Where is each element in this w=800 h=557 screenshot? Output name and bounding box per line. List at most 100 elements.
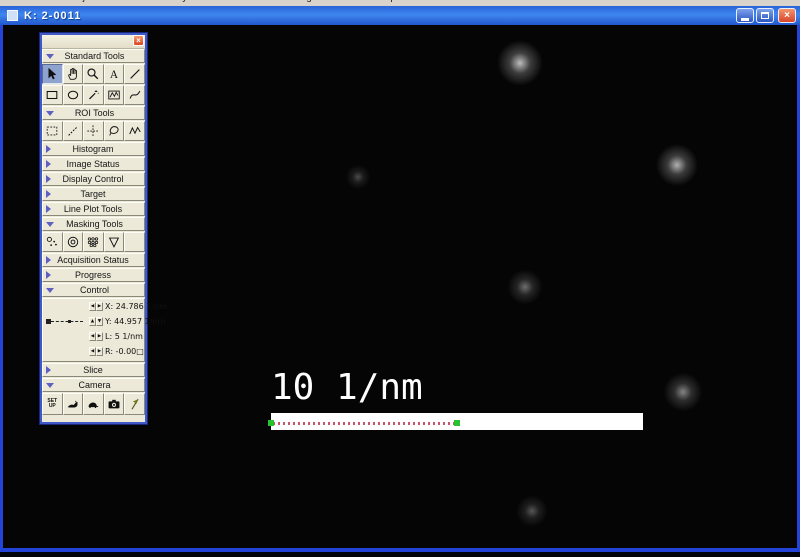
tool-button-view-slow[interactable] (83, 393, 104, 415)
menu-item-file[interactable]: File (8, 0, 24, 3)
palette-section-control[interactable]: Control (42, 283, 145, 297)
measurement-handle-right[interactable] (454, 420, 460, 426)
setup-icon: SET UP (47, 398, 58, 409)
spinner-x: ◀ ▶ (89, 302, 103, 311)
palette-section-image-status[interactable]: Image Status (42, 157, 145, 171)
spin-right-button[interactable]: ▶ (96, 332, 103, 341)
slider-track (51, 321, 83, 322)
tool-button-wand[interactable] (83, 85, 104, 105)
camera-tools-row: SET UP (42, 393, 145, 415)
pointer-icon (45, 67, 59, 81)
palette-section-masking-tools[interactable]: Masking Tools (42, 217, 145, 231)
control-row-y: ▲ ▼ Y: 44.957 1/nm (89, 316, 165, 327)
tool-button-lasso-roi[interactable] (103, 121, 125, 141)
roi-tools-row (42, 121, 145, 141)
tool-button-line[interactable] (124, 64, 145, 84)
palette-section-histogram[interactable]: Histogram (42, 142, 145, 156)
menu-item-volume[interactable]: Volume (214, 0, 247, 3)
tool-button-point-roi[interactable] (83, 121, 104, 141)
palette-blank-cell (124, 232, 145, 252)
palette-section-acquisition-status[interactable]: Acquisition Status (42, 253, 145, 267)
palette-body: Standard Tools A ROI Tools Histogram Image S… (42, 49, 167, 416)
spin-right-button[interactable]: ▶ (96, 347, 103, 356)
text-icon: A (107, 67, 121, 81)
tool-button-profile[interactable] (103, 85, 125, 105)
tool-button-freehand[interactable] (124, 85, 145, 105)
tool-button-wedge-mask[interactable] (103, 232, 125, 252)
tool-button-line-roi[interactable] (62, 121, 84, 141)
section-label-progress: Progress (74, 270, 111, 280)
measurement-line[interactable] (273, 422, 456, 425)
control-slider[interactable] (46, 319, 86, 325)
profile-icon (107, 88, 121, 102)
palette-section-display-control[interactable]: Display Control (42, 172, 145, 186)
tool-button-rect[interactable] (42, 85, 63, 105)
tool-button-rect-roi[interactable] (42, 121, 63, 141)
title-bar[interactable]: K: 2-0011 × (0, 6, 800, 25)
tool-button-ellipse[interactable] (62, 85, 84, 105)
spin-up-button[interactable]: ▲ (89, 317, 96, 326)
lasso-roi-icon (107, 124, 121, 138)
palette-section-progress[interactable]: Progress (42, 268, 145, 282)
spin-down-button[interactable]: ▼ (96, 317, 103, 326)
tool-button-annular-mask[interactable] (62, 232, 84, 252)
triangle-down-icon (46, 110, 54, 116)
triangle-down-icon (46, 221, 54, 227)
palette-title-bar[interactable]: × (42, 35, 145, 49)
svg-text:A: A (110, 69, 119, 81)
point-roi-icon (86, 124, 100, 138)
view-slow-icon (86, 397, 100, 411)
app-icon (7, 10, 18, 21)
menu-item-analysis[interactable]: Analysis (162, 0, 199, 3)
tool-button-pointer[interactable] (42, 64, 63, 84)
minimize-button[interactable] (736, 8, 754, 23)
palette-bottom-filler (42, 416, 145, 422)
measurement-handle-left[interactable] (268, 420, 274, 426)
triangle-down-icon (46, 53, 54, 59)
palette-section-target[interactable]: Target (42, 187, 145, 201)
tool-button-hand[interactable] (62, 64, 84, 84)
palette-section-line-plot-tools[interactable]: Line Plot Tools (42, 202, 145, 216)
palette-section-standard-tools[interactable]: Standard Tools (42, 49, 145, 63)
menu-item-object[interactable]: Object (69, 0, 98, 3)
tool-button-text[interactable]: A (103, 64, 125, 84)
ellipse-icon (66, 88, 80, 102)
readout-l: L: 5 1/nm (105, 332, 143, 341)
zoom-icon (86, 67, 100, 81)
menu-item-edit[interactable]: Edit (38, 0, 55, 3)
spin-left-button[interactable]: ◀ (89, 347, 96, 356)
tool-button-array-mask[interactable] (83, 232, 104, 252)
spinner-y: ▲ ▼ (89, 317, 103, 326)
palette-section-roi-tools[interactable]: ROI Tools (42, 106, 145, 120)
section-label-line-plot-tools: Line Plot Tools (63, 204, 123, 214)
palette-section-slice[interactable]: Slice (42, 363, 145, 377)
menu-item-autotuning[interactable]: AutoTuning (261, 0, 312, 3)
tool-button-spot-mask[interactable] (42, 232, 63, 252)
triangle-down-icon (46, 287, 54, 293)
triangle-down-icon (46, 382, 54, 388)
curve-roi-icon (128, 124, 142, 138)
readout-x: X: 24.786 1/nm (105, 302, 167, 311)
close-button[interactable]: × (778, 8, 796, 23)
menu-item-help[interactable]: Help (375, 0, 396, 3)
section-label-masking-tools: Masking Tools (66, 219, 123, 229)
spin-right-button[interactable]: ▶ (96, 302, 103, 311)
window-controls: × (736, 8, 796, 23)
palette-section-camera[interactable]: Camera (42, 378, 145, 392)
tool-button-setup[interactable]: SET UP (42, 393, 63, 415)
slider-handle[interactable] (46, 319, 51, 324)
maximize-button[interactable] (756, 8, 774, 23)
maximize-icon (761, 12, 769, 19)
palette-close-button[interactable]: × (133, 35, 144, 46)
menu-item-process[interactable]: Process (112, 0, 148, 3)
tool-button-flag[interactable] (124, 393, 145, 415)
section-label-roi-tools: ROI Tools (74, 108, 115, 118)
tool-button-view-fast[interactable] (62, 393, 84, 415)
spin-left-button[interactable]: ◀ (89, 302, 96, 311)
tool-button-acquire[interactable] (103, 393, 125, 415)
spin-left-button[interactable]: ◀ (89, 332, 96, 341)
menu-item-window[interactable]: Window (326, 0, 362, 3)
tool-button-zoom[interactable] (83, 64, 104, 84)
tool-button-curve-roi[interactable] (124, 121, 145, 141)
readout-y: Y: 44.957 1/nm (105, 317, 166, 326)
